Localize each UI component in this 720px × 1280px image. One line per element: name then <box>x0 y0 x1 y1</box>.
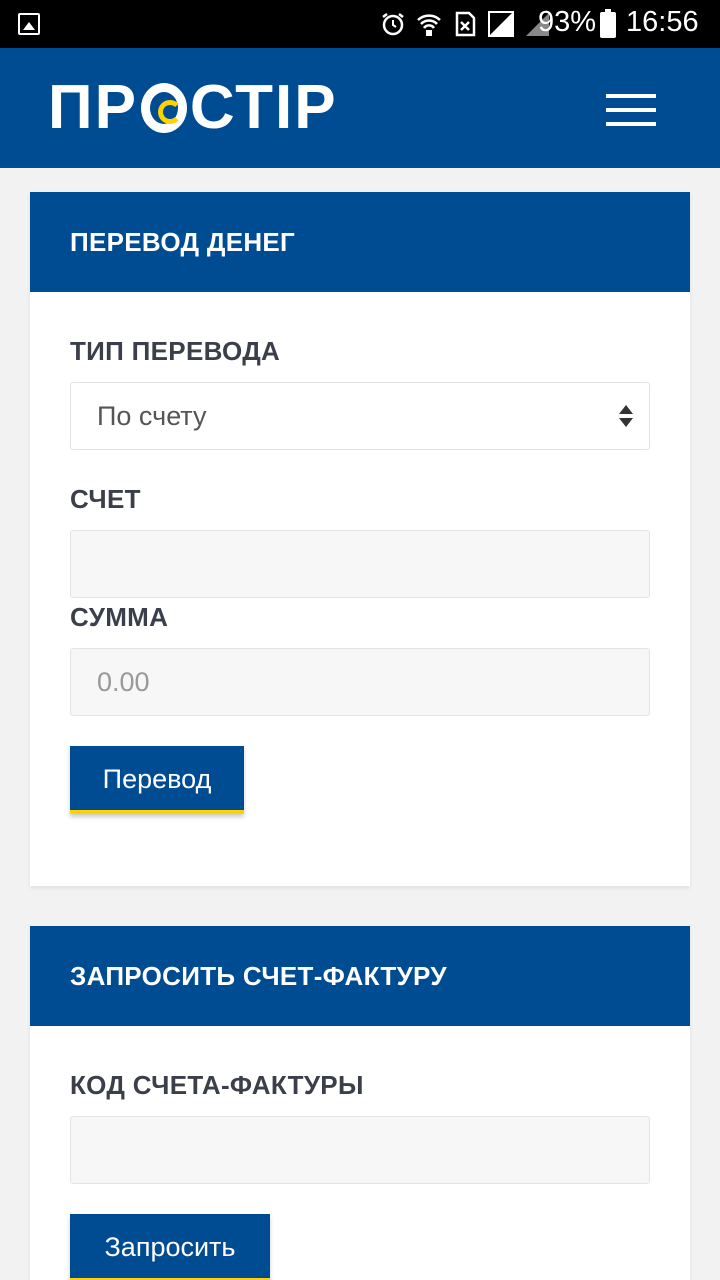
invoice-code-input[interactable] <box>70 1116 650 1184</box>
logo-text-right: СТІР <box>189 73 338 142</box>
status-icons <box>380 10 550 38</box>
battery-percent: 93% <box>538 6 597 38</box>
status-bar: 93% 16:56 <box>0 0 720 48</box>
invoice-card-title: ЗАПРОСИТЬ СЧЕТ-ФАКТУРУ <box>30 926 690 1026</box>
logo-text-left: ПР <box>48 73 138 142</box>
invoice-code-label: КОД СЧЕТА-ФАКТУРЫ <box>70 1070 364 1100</box>
clock: 16:56 <box>626 6 699 38</box>
amount-placeholder: 0.00 <box>97 667 150 697</box>
amount-label: СУММА <box>70 602 169 632</box>
hamburger-menu-icon[interactable] <box>606 94 656 128</box>
account-input[interactable] <box>70 530 650 598</box>
wifi-icon <box>417 14 441 36</box>
request-button[interactable]: Запросить <box>70 1214 270 1280</box>
gallery-icon <box>18 13 40 35</box>
battery-charging-icon <box>600 9 616 38</box>
select-arrows-icon <box>619 405 633 427</box>
invoice-card: ЗАПРОСИТЬ СЧЕТ-ФАКТУРУ КОД СЧЕТА-ФАКТУРЫ… <box>30 926 690 1280</box>
alarm-icon <box>382 13 404 36</box>
account-label: СЧЕТ <box>70 484 141 514</box>
transfer-card-title: ПЕРЕВОД ДЕНЕГ <box>30 192 690 292</box>
logo[interactable]: ПР СТІР <box>48 73 338 142</box>
transfer-button[interactable]: Перевод <box>70 746 244 814</box>
amount-input[interactable]: 0.00 <box>70 648 650 716</box>
transfer-type-label: ТИП ПЕРЕВОДА <box>70 336 281 366</box>
logo-o-icon <box>140 83 187 133</box>
transfer-type-value: По счету <box>97 401 207 431</box>
app-header: ПР СТІР <box>0 48 720 168</box>
transfer-type-select[interactable]: По счету <box>70 382 650 450</box>
transfer-card: ПЕРЕВОД ДЕНЕГ ТИП ПЕРЕВОДА По счету СЧЕТ… <box>30 192 690 886</box>
signal-icon <box>488 11 514 37</box>
sim-off-icon <box>455 11 476 37</box>
